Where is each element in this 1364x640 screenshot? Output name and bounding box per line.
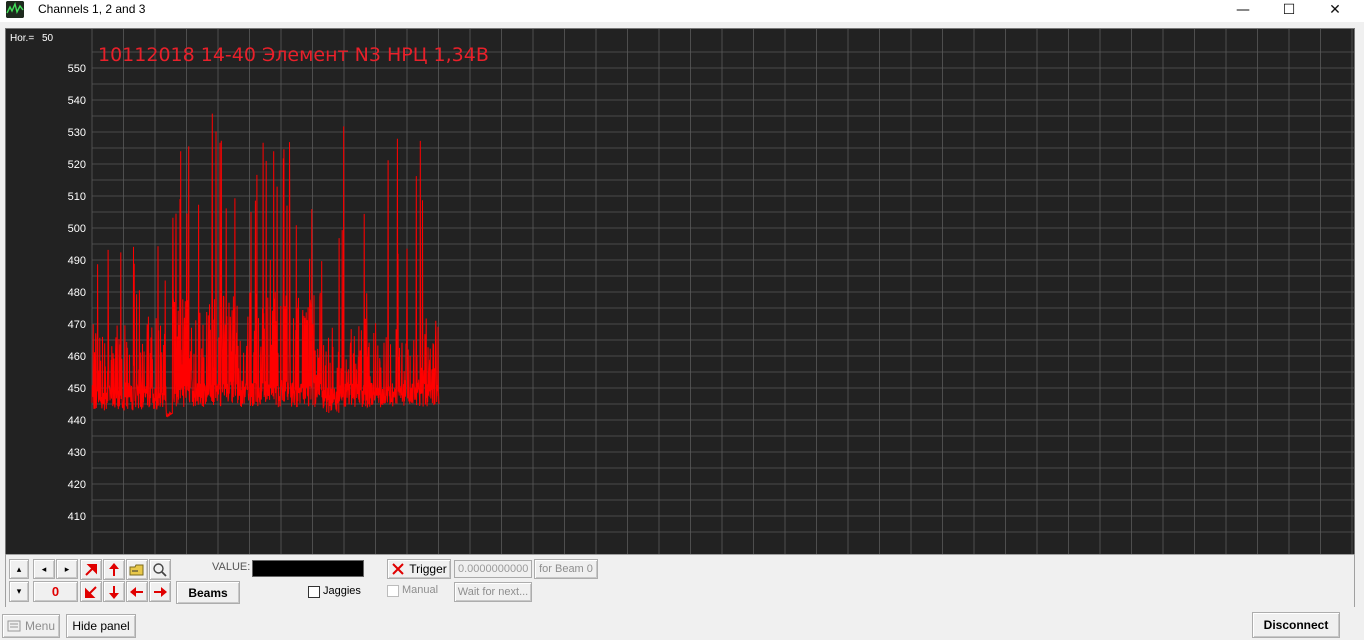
hor-label: Hor.= [10,33,34,44]
title-bar: Channels 1, 2 and 3 — ☐ ✕ [0,0,1364,22]
window-title: Channels 1, 2 and 3 [38,2,146,16]
value-display [252,560,364,577]
value-label: VALUE: [212,561,251,573]
y-tick-label: 540 [68,95,86,107]
menu-icon [7,620,21,632]
jaggies-checkbox[interactable] [308,586,320,598]
wait-for-next-button[interactable]: Wait for next... [454,582,532,602]
zoom-up-button[interactable] [103,559,125,580]
folder-icon [129,564,144,575]
manual-checkbox[interactable] [387,585,399,597]
close-button[interactable]: ✕ [1312,0,1358,20]
hide-panel-button[interactable]: Hide panel [66,614,136,638]
oscilloscope-plot[interactable]: 410 420 430 440 450 460 470 480 490 500 510 520 530 5… [5,28,1355,555]
manual-label: Manual [402,584,439,596]
zoom-diagonal-up-button[interactable] [80,559,102,580]
down-arrow-icon: ▾ [16,586,22,596]
x-icon [392,563,404,575]
left-arrow-red-icon [130,586,143,597]
right-arrow-red-icon [154,586,167,597]
plot-canvas: 410 420 430 440 450 460 470 480 490 500 510 520 530 5… [10,29,1354,554]
y-tick-label: 460 [68,351,86,363]
diagonal-up-arrow-icon [85,563,97,576]
y-tick-label: 550 [68,63,86,75]
scroll-up-button[interactable]: ▴ [9,559,29,579]
bottom-bar: Menu Hide panel Disconnect [0,607,1364,640]
y-tick-label: 410 [68,511,86,523]
y-tick-label: 500 [68,223,86,235]
y-tick-label: 520 [68,159,86,171]
y-tick-label: 450 [68,383,86,395]
menu-label: Menu [25,619,56,633]
beams-button[interactable]: Beams [176,581,240,604]
magnifier-icon [153,562,167,577]
y-axis-ticks: 410 420 430 440 450 460 470 480 490 500 510 520 530 5… [68,63,86,523]
app-icon [6,1,24,18]
scroll-right-button[interactable]: ▸ [56,559,78,579]
scroll-down-button[interactable]: ▾ [9,581,29,602]
hor-value: 50 [42,33,54,44]
zero-counter[interactable]: 0 [33,581,78,602]
plot-title: 10112018 14-40 Элемент N3 НРЦ 1,34В [98,44,489,66]
down-arrow-red-icon [109,585,119,599]
y-tick-label: 470 [68,319,86,331]
control-panel: ▴ ▾ ◂ ▸ 0 Beams VALUE: Jaggies Trigger 0… [5,554,1355,608]
minimize-button[interactable]: — [1220,0,1266,20]
up-arrow-icon: ▴ [16,563,22,574]
right-arrow-icon: ▸ [64,563,70,574]
up-arrow-red-icon [109,562,119,576]
zoom-button[interactable] [149,559,171,580]
y-tick-label: 510 [68,191,86,203]
y-tick-label: 440 [68,415,86,427]
left-arrow-icon: ◂ [41,563,47,574]
disconnect-button[interactable]: Disconnect [1252,612,1340,638]
zoom-diagonal-down-button[interactable] [80,581,102,602]
signal-trace [91,113,440,418]
maximize-button[interactable]: ☐ [1266,0,1312,20]
y-tick-label: 480 [68,287,86,299]
scroll-left-button[interactable]: ◂ [33,559,55,579]
open-file-button[interactable] [126,559,148,580]
shift-left-button[interactable] [126,581,148,602]
trigger-label: Trigger [409,562,447,576]
y-tick-label: 420 [68,479,86,491]
zoom-down-button[interactable] [103,581,125,602]
shift-right-button[interactable] [149,581,171,602]
series-line [91,113,440,418]
y-tick-label: 490 [68,255,86,267]
trigger-button[interactable]: Trigger [387,559,451,579]
plot-grid [91,29,1354,554]
diagonal-down-arrow-icon [85,585,97,598]
trigger-value-field[interactable]: 0.0000000000 [454,560,532,578]
jaggies-label: Jaggies [323,585,361,597]
y-tick-label: 430 [68,447,86,459]
menu-button[interactable]: Menu [2,614,60,638]
for-beam-button[interactable]: for Beam 0 [534,559,598,579]
y-tick-label: 530 [68,127,86,139]
